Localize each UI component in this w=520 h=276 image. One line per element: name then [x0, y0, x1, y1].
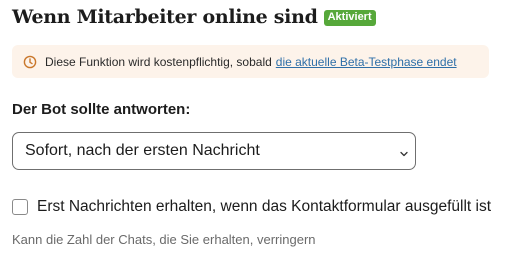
selected-option: Sofort, nach der ersten Nachricht — [25, 142, 260, 159]
beta-phase-link[interactable]: die aktuelle Beta-Testphase endet — [276, 55, 457, 69]
page-title: Wenn Mitarbeiter online sind — [12, 6, 318, 28]
clock-icon — [23, 55, 37, 69]
response-timing-label: Der Bot sollte antworten: — [12, 101, 191, 118]
page-header: Wenn Mitarbeiter online sind Aktiviert — [12, 6, 376, 28]
chevron-down-icon — [399, 146, 409, 157]
contact-form-checkbox-label[interactable]: Erst Nachrichten erhalten, wenn das Kont… — [37, 198, 491, 216]
notice-text: Diese Funktion wird kostenpflichtig, sob… — [45, 54, 272, 69]
contact-form-option: Erst Nachrichten erhalten, wenn das Kont… — [12, 198, 491, 216]
contact-form-checkbox[interactable] — [12, 199, 28, 215]
contact-form-hint: Kann die Zahl der Chats, die Sie erhalte… — [12, 232, 316, 247]
response-timing-select[interactable]: Sofort, nach der ersten Nachricht — [12, 132, 416, 170]
beta-notice-banner: Diese Funktion wird kostenpflichtig, sob… — [12, 45, 489, 78]
status-badge: Aktiviert — [323, 10, 376, 26]
